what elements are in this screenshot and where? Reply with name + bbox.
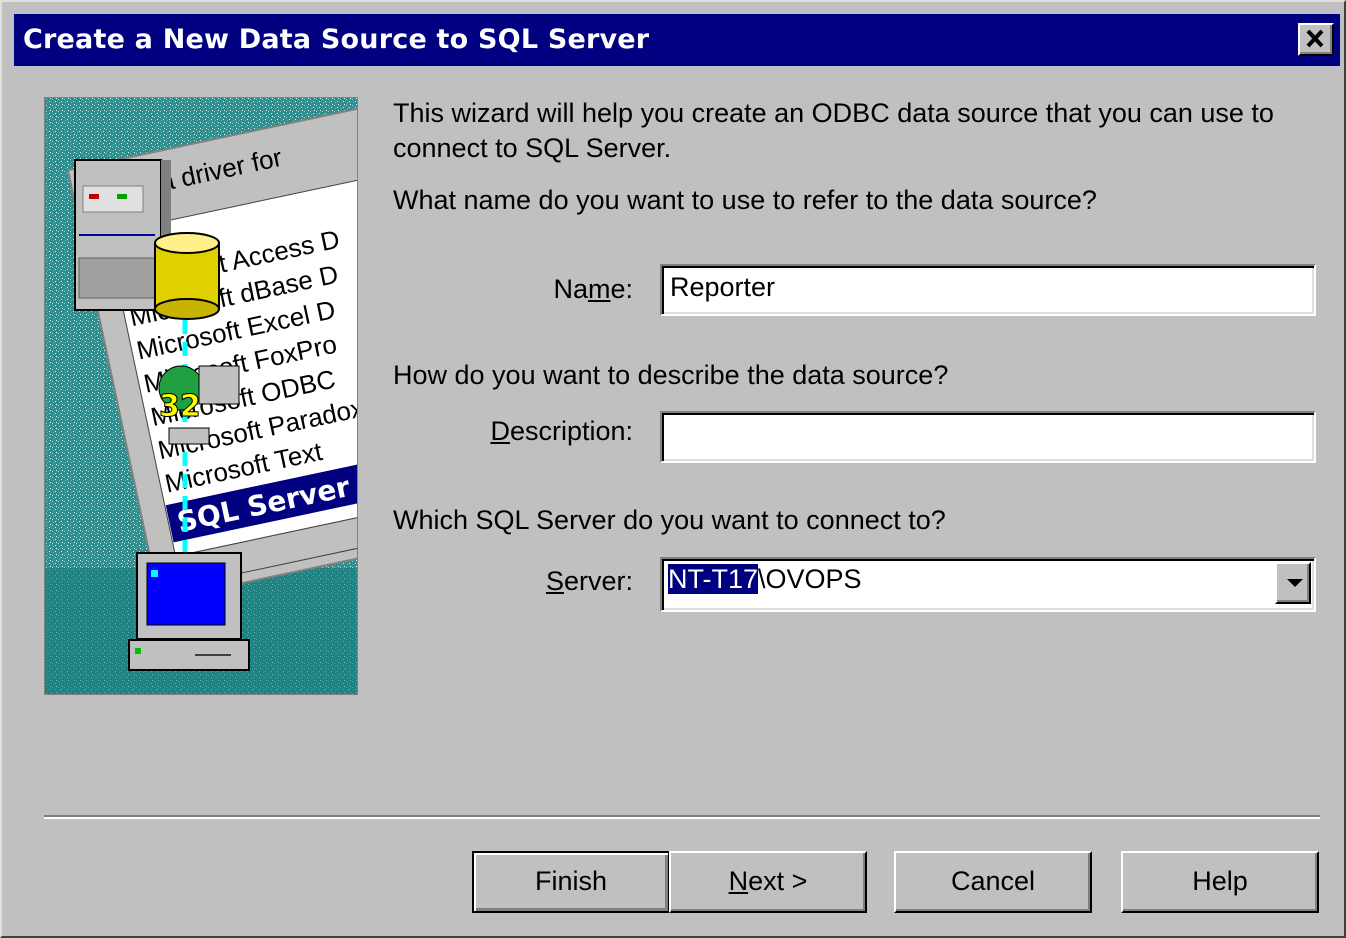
- name-input[interactable]: Reporter: [660, 264, 1316, 316]
- server-question: Which SQL Server do you want to connect …: [393, 505, 946, 535]
- server-dropdown-button[interactable]: [1275, 562, 1311, 604]
- database-icon: [154, 232, 220, 320]
- cancel-button[interactable]: Cancel: [894, 851, 1092, 913]
- server-rest-text: \OVOPS: [758, 564, 862, 594]
- server-label: Server:: [545, 566, 633, 596]
- next-button[interactable]: Next >: [669, 851, 867, 913]
- name-question: What name do you want to use to refer to…: [393, 185, 1097, 215]
- dialog-window: Create a New Data Source to SQL Server S…: [0, 0, 1346, 938]
- close-button[interactable]: [1298, 23, 1334, 56]
- close-icon: [1306, 29, 1324, 48]
- odbc-driver-illustration: Select a driver for Name Microsoft Acces…: [45, 98, 357, 694]
- server-combobox[interactable]: NT-T17\OVOPS: [660, 557, 1316, 612]
- name-label: Name:: [553, 274, 633, 304]
- description-label: Description:: [490, 416, 633, 446]
- finish-button[interactable]: Finish: [472, 851, 670, 913]
- separator-line: [44, 815, 1320, 819]
- server-selected-text: NT-T17: [668, 564, 759, 594]
- client-computer-icon: [128, 552, 250, 671]
- title-bar[interactable]: Create a New Data Source to SQL Server: [14, 14, 1340, 66]
- description-question: How do you want to describe the data sou…: [393, 360, 949, 390]
- description-input[interactable]: [660, 411, 1316, 463]
- wizard-illustration: Select a driver for Name Microsoft Acces…: [44, 97, 358, 695]
- intro-text-line1: This wizard will help you create an ODBC…: [393, 98, 1274, 128]
- intro-text-line2: connect to SQL Server.: [393, 133, 672, 163]
- window-title: Create a New Data Source to SQL Server: [23, 24, 650, 55]
- help-button[interactable]: Help: [1121, 851, 1319, 913]
- svg-text:32: 32: [159, 389, 201, 424]
